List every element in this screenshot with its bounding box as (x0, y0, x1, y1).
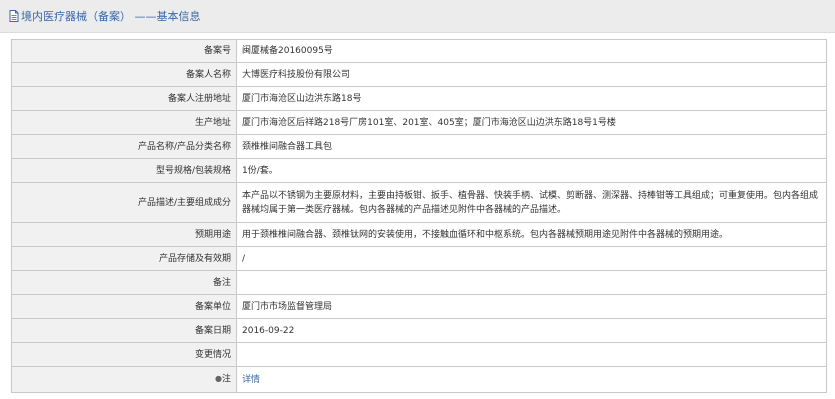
row-label-change-history: 变更情况 (11, 342, 237, 367)
row-label-storage-validity: 产品存储及有效期 (11, 246, 237, 271)
row-value-filing-date: 2016-09-22 (236, 318, 827, 343)
row-label-record-number: 备案号 (11, 39, 237, 63)
table-row: 型号规格/包装规格 1份/套。 (11, 158, 827, 183)
row-label-filer-name: 备案人名称 (11, 62, 237, 87)
table-row: 产品存储及有效期 / (11, 246, 827, 271)
row-value-filing-unit: 厦门市市场监督管理局 (236, 294, 827, 319)
table-row: 变更情况 (11, 342, 827, 367)
bullet-dot-icon: ● (215, 374, 222, 384)
row-value-record-number: 闽厦械备20160095号 (236, 39, 827, 63)
row-label-production-address: 生产地址 (11, 110, 237, 135)
row-value-registered-address: 厦门市海沧区山边洪东路18号 (236, 86, 827, 111)
row-label-filing-unit: 备案单位 (11, 294, 237, 319)
row-value-model-spec: 1份/套。 (236, 158, 827, 183)
row-label-note: ●注 (11, 366, 237, 393)
table-row: 备案日期 2016-09-22 (11, 318, 827, 343)
row-value-storage-validity: / (236, 246, 827, 271)
row-label-registered-address: 备案人注册地址 (11, 86, 237, 111)
row-value-product-description: 本产品以不锈钢为主要原材料，主要由持板钳、扳手、植骨器、快装手柄、试模、剪断器、… (236, 182, 827, 223)
row-value-product-name: 颈椎椎间融合器工具包 (236, 134, 827, 159)
details-link[interactable]: 详情 (242, 375, 260, 385)
table-row: ●注 详情 (11, 366, 827, 393)
table-row: 备案人名称 大博医疗科技股份有限公司 (11, 62, 827, 87)
info-table: 备案号 闽厦械备20160095号 备案人名称 大博医疗科技股份有限公司 备案人… (11, 39, 827, 393)
row-value-intended-use: 用于颈椎椎间融合器、颈椎钛网的安装使用，不接触血循环和中枢系统。包内各器械预期用… (236, 222, 827, 247)
table-row: 生产地址 厦门市海沧区后祥路218号厂房101室、201室、405室；厦门市海沧… (11, 110, 827, 135)
row-label-remarks: 备注 (11, 270, 237, 295)
table-row: 备案号 闽厦械备20160095号 (11, 39, 827, 63)
table-row: 产品名称/产品分类名称 颈椎椎间融合器工具包 (11, 134, 827, 159)
table-row: 备案单位 厦门市市场监督管理局 (11, 294, 827, 319)
row-label-filing-date: 备案日期 (11, 318, 237, 343)
table-row: 备案人注册地址 厦门市海沧区山边洪东路18号 (11, 86, 827, 111)
row-label-model-spec: 型号规格/包装规格 (11, 158, 237, 183)
row-label-intended-use: 预期用途 (11, 222, 237, 247)
table-row: 备注 (11, 270, 827, 295)
table-row: 产品描述/主要组成成分 本产品以不锈钢为主要原材料，主要由持板钳、扳手、植骨器、… (11, 182, 827, 223)
row-value-note: 详情 (236, 366, 827, 393)
page-header: 境内医疗器械（备案） ——基本信息 (0, 0, 835, 33)
table-row: 预期用途 用于颈椎椎间融合器、颈椎钛网的安装使用，不接触血循环和中枢系统。包内各… (11, 222, 827, 247)
note-label-text: 注 (221, 374, 231, 385)
document-icon (9, 10, 19, 22)
row-value-production-address: 厦门市海沧区后祥路218号厂房101室、201室、405室；厦门市海沧区山边洪东… (236, 110, 827, 135)
row-value-change-history (236, 342, 827, 367)
row-value-remarks (236, 270, 827, 295)
row-value-filer-name: 大博医疗科技股份有限公司 (236, 62, 827, 87)
row-label-product-description: 产品描述/主要组成成分 (11, 182, 237, 223)
page-title: 境内医疗器械（备案） ——基本信息 (21, 10, 201, 23)
row-label-product-name: 产品名称/产品分类名称 (11, 134, 237, 159)
